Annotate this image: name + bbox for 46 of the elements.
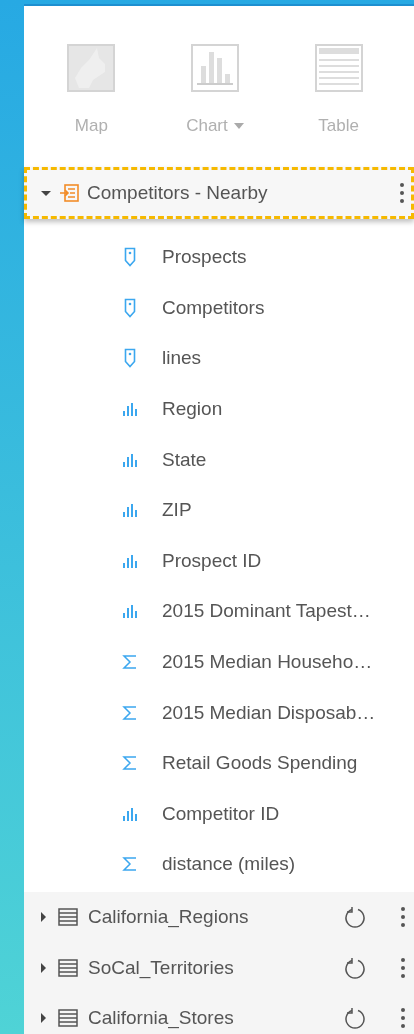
pin-icon (122, 297, 138, 318)
caret-icon[interactable] (38, 1013, 48, 1024)
dataset-name[interactable]: SoCal_Territories (88, 956, 334, 979)
field-name[interactable]: 2015 Dominant Tapest… (162, 600, 371, 623)
bar-chart-icon (122, 452, 138, 467)
field-name[interactable]: State (162, 448, 207, 471)
sigma-icon (122, 755, 138, 772)
caret-icon[interactable] (38, 912, 48, 922)
refresh-icon[interactable] (344, 1007, 366, 1030)
kebab-icon[interactable] (400, 1007, 406, 1030)
bar-chart-icon (122, 402, 138, 417)
pin-icon (122, 247, 138, 268)
refresh-icon[interactable] (344, 906, 366, 928)
joined-dataset-icon (59, 184, 79, 202)
table-icon (58, 908, 78, 926)
pin-icon (122, 348, 138, 369)
table-icon (58, 1009, 78, 1028)
dataset-name: Competitors - Nearby (87, 182, 269, 204)
bar-chart-icon (122, 604, 138, 619)
dataset-name[interactable]: California_Regions (88, 906, 334, 928)
sigma-icon (122, 654, 138, 671)
field-name[interactable]: Prospect ID (162, 549, 262, 572)
caret-icon[interactable] (41, 188, 51, 198)
sigma-icon (122, 856, 138, 873)
bar-chart-icon (122, 553, 138, 568)
dataset-header[interactable]: Competitors - Nearby (24, 167, 414, 219)
bar-chart-icon (122, 806, 138, 821)
table-icon (58, 958, 78, 977)
sigma-icon (122, 704, 138, 721)
bar-chart-icon (122, 503, 138, 518)
kebab-icon[interactable] (400, 906, 406, 928)
field-name[interactable]: ZIP (162, 499, 192, 522)
refresh-icon[interactable] (344, 956, 366, 979)
field-name[interactable]: distance (miles) (162, 853, 296, 876)
kebab-icon[interactable] (400, 956, 406, 979)
field-name[interactable]: Competitor ID (162, 802, 280, 825)
dataset-name[interactable]: California_Stores (88, 1007, 334, 1030)
kebab-icon[interactable] (399, 182, 405, 204)
field-name[interactable]: 2015 Median Disposab… (162, 701, 376, 724)
field-name[interactable]: Region (162, 398, 223, 421)
field-name[interactable]: 2015 Median Househo… (162, 651, 373, 674)
field-name[interactable]: Competitors (162, 296, 265, 319)
caret-icon[interactable] (38, 962, 48, 973)
field-name[interactable]: lines (162, 347, 202, 370)
field-name[interactable]: Retail Goods Spending (162, 752, 358, 775)
field-name[interactable]: Prospects (162, 246, 247, 269)
